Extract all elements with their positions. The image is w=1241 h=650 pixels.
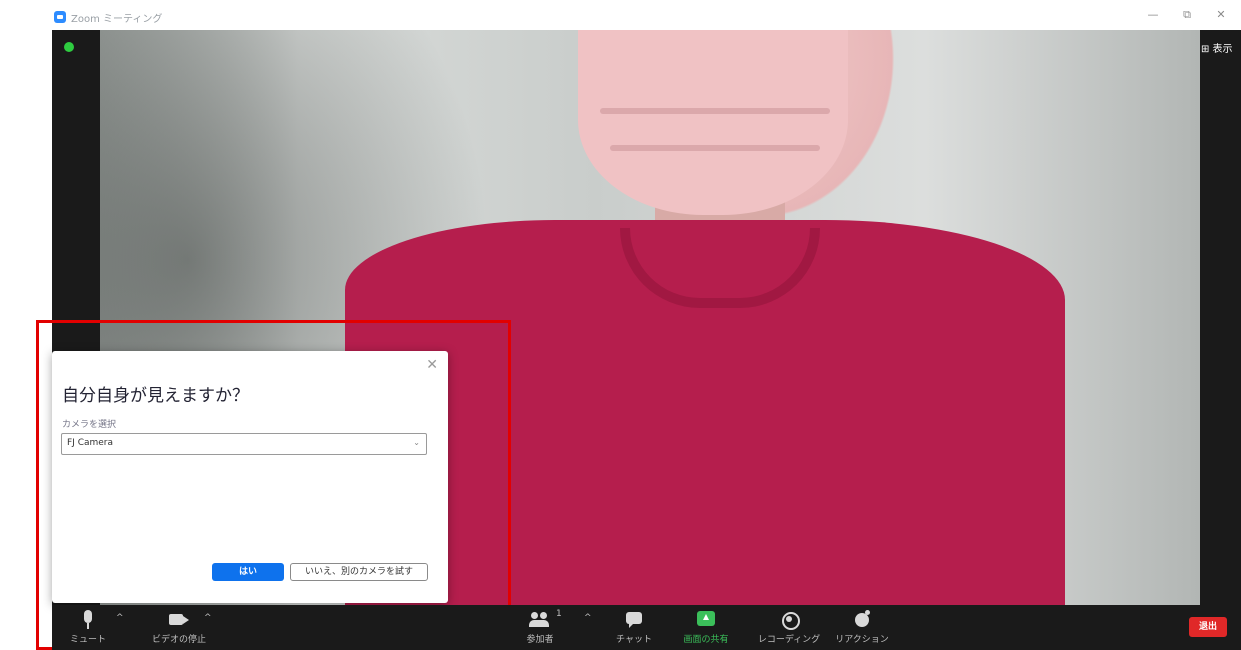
microphone-icon xyxy=(76,610,100,630)
close-window-button[interactable]: ✕ xyxy=(1210,6,1232,24)
participants-button[interactable]: 参加者 xyxy=(520,605,560,650)
restore-button[interactable]: ⧉ xyxy=(1176,6,1198,24)
participants-options-chevron-icon[interactable]: ^ xyxy=(584,613,592,623)
camera-select-dropdown[interactable]: FJ Camera ⌄ xyxy=(61,433,427,455)
share-screen-button[interactable]: 画面の共有 xyxy=(676,605,736,650)
dialog-close-icon[interactable]: ✕ xyxy=(426,357,438,373)
chat-button[interactable]: チャット xyxy=(612,605,656,650)
video-person-mask xyxy=(578,30,848,215)
stop-video-label: ビデオの停止 xyxy=(151,635,206,645)
share-screen-label: 画面の共有 xyxy=(683,635,729,645)
minimize-button[interactable]: — xyxy=(1142,6,1164,24)
share-screen-icon xyxy=(694,610,718,630)
reactions-button[interactable]: リアクション xyxy=(830,605,894,650)
participants-count: 1 xyxy=(556,609,562,619)
camera-select-label: カメラを選択 xyxy=(62,420,117,430)
participants-label: 参加者 xyxy=(526,635,554,645)
zoom-app-icon xyxy=(54,11,66,23)
try-other-camera-button[interactable]: いいえ、別のカメラを試す xyxy=(290,563,428,581)
meeting-toolbar: ミュート ^ ビデオの停止 ^ 参加者 1 ^ チャット 画面の共有 レコーディ… xyxy=(52,605,1241,650)
chat-label: チャット xyxy=(616,635,652,645)
video-options-chevron-icon[interactable]: ^ xyxy=(204,613,212,623)
mute-label: ミュート xyxy=(69,635,106,645)
reactions-label: リアクション xyxy=(835,635,889,645)
security-shield-icon[interactable] xyxy=(64,42,74,52)
chevron-down-icon: ⌄ xyxy=(413,438,420,447)
dialog-title: 自分自身が見えますか？ xyxy=(62,386,249,406)
participants-icon xyxy=(528,610,552,630)
camera-select-value: FJ Camera xyxy=(67,438,114,448)
mute-button[interactable]: ミュート xyxy=(66,605,110,650)
title-bar: Zoom ミーティング — ⧉ ✕ xyxy=(0,0,1241,30)
chat-icon xyxy=(622,610,646,630)
audio-options-chevron-icon[interactable]: ^ xyxy=(116,613,124,623)
window-title: Zoom ミーティング xyxy=(71,14,163,25)
record-label: レコーディング xyxy=(757,635,821,645)
yes-button[interactable]: はい xyxy=(212,563,284,581)
video-mask-fold xyxy=(600,108,830,114)
record-button[interactable]: レコーディング xyxy=(754,605,824,650)
video-camera-icon xyxy=(167,610,191,630)
view-button[interactable]: ⊞ 表示 xyxy=(1201,40,1241,55)
video-mask-fold xyxy=(610,145,820,151)
record-icon xyxy=(777,610,801,630)
stop-video-button[interactable]: ビデオの停止 xyxy=(144,605,214,650)
reaction-icon xyxy=(850,610,874,630)
leave-meeting-button[interactable]: 退出 xyxy=(1189,617,1227,637)
camera-check-dialog: ✕ 自分自身が見えますか？ カメラを選択 FJ Camera ⌄ はい いいえ、… xyxy=(52,351,448,603)
